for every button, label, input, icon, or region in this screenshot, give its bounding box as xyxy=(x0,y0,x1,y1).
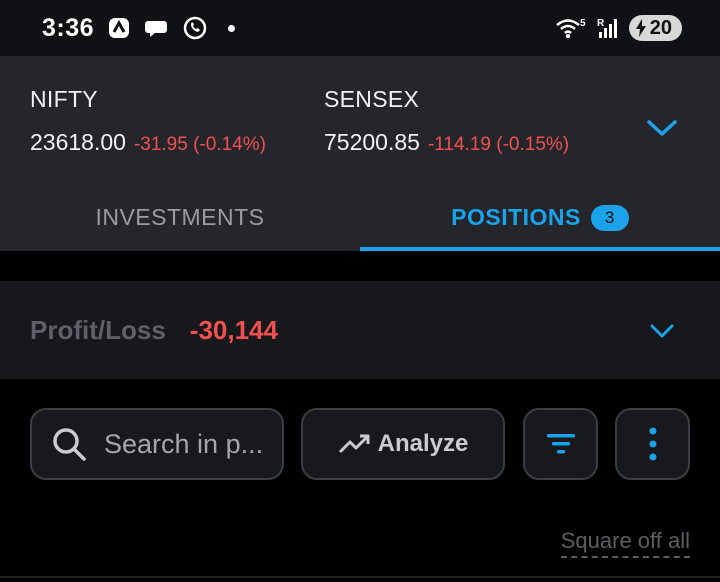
status-left: 3:36 xyxy=(42,13,236,43)
pl-label: Profit/Loss xyxy=(30,314,166,345)
index-price: 23618.00 xyxy=(30,129,126,155)
pl-expand-button[interactable] xyxy=(642,311,682,351)
battery-indicator: 20 xyxy=(628,15,682,41)
trending-up-icon xyxy=(338,434,370,454)
index-nifty[interactable]: NIFTY 23618.00 -31.95 (-0.14%) xyxy=(30,86,266,156)
positions-count-badge: 3 xyxy=(590,204,629,231)
square-off-all-button[interactable]: Square off all xyxy=(560,528,690,558)
indices-expand-button[interactable] xyxy=(642,108,682,148)
whatsapp-icon xyxy=(183,16,207,40)
wifi-label: 5 xyxy=(580,18,586,29)
tab-positions[interactable]: POSITIONS 3 xyxy=(360,184,720,251)
battery-level: 20 xyxy=(649,16,672,39)
chevron-down-icon xyxy=(647,120,677,136)
more-vertical-icon xyxy=(649,427,656,461)
index-name: SENSEX xyxy=(324,86,420,112)
index-values: 75200.85 -114.19 (-0.15%) xyxy=(324,129,569,156)
wifi-icon: 5 xyxy=(555,18,586,38)
index-name: NIFTY xyxy=(30,86,98,112)
divider xyxy=(0,576,720,578)
status-time: 3:36 xyxy=(42,13,95,42)
status-right: 5 R 20 xyxy=(555,15,682,41)
profit-loss-bar[interactable]: Profit/Loss -30,144 xyxy=(0,281,720,379)
swiggy-app-icon xyxy=(109,18,130,38)
index-values: 23618.00 -31.95 (-0.14%) xyxy=(30,129,266,156)
chevron-down-icon xyxy=(650,324,674,338)
positions-toolbar: Analyze xyxy=(0,408,720,480)
search-icon xyxy=(53,428,86,461)
tab-label: POSITIONS xyxy=(451,204,581,230)
tab-investments[interactable]: INVESTMENTS xyxy=(0,184,360,251)
analyze-button[interactable]: Analyze xyxy=(301,408,505,480)
index-change: -31.95 (-0.14%) xyxy=(133,134,266,155)
status-bar: 3:36 5 R 20 xyxy=(0,0,720,56)
tab-label: INVESTMENTS xyxy=(95,204,265,230)
app-screen: 3:36 5 R 20 NIFTY 23618.00 -31.95 (-0.14… xyxy=(0,0,720,582)
filter-icon xyxy=(546,434,575,454)
chat-bubble-icon xyxy=(145,21,168,37)
charging-bolt-icon xyxy=(635,19,646,37)
portfolio-tabs: INVESTMENTS POSITIONS 3 xyxy=(0,184,720,251)
search-box[interactable] xyxy=(30,408,284,480)
index-change: -114.19 (-0.15%) xyxy=(427,134,570,155)
signal-icon: R xyxy=(597,18,617,38)
more-options-button[interactable] xyxy=(615,408,690,480)
market-header: NIFTY 23618.00 -31.95 (-0.14%) SENSEX 75… xyxy=(0,56,720,251)
analyze-label: Analyze xyxy=(377,430,469,457)
signal-label: R xyxy=(597,18,605,29)
index-price: 75200.85 xyxy=(324,129,420,155)
index-sensex[interactable]: SENSEX 75200.85 -114.19 (-0.15%) xyxy=(324,86,569,156)
filter-button[interactable] xyxy=(523,408,598,480)
pl-value: -30,144 xyxy=(189,314,278,345)
notification-dot xyxy=(228,24,236,32)
search-input[interactable] xyxy=(104,428,280,460)
